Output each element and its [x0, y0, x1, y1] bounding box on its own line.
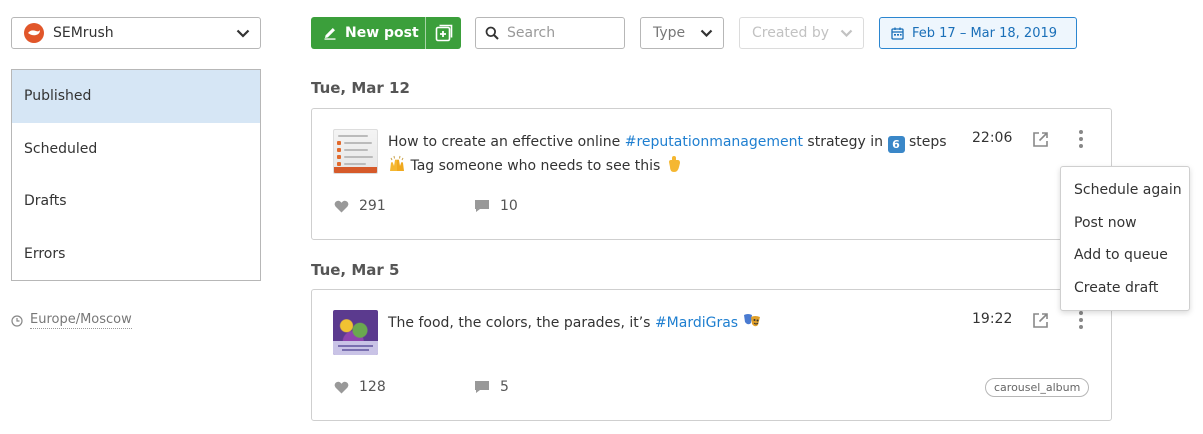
raising-hands-emoji-icon	[390, 155, 404, 171]
sidebar-item-label: Errors	[24, 245, 66, 262]
clock-icon	[11, 314, 23, 327]
post-text-part: steps	[904, 134, 947, 150]
post-time: 22:06	[972, 130, 1013, 146]
post-card: The food, the colors, the parades, it’s …	[311, 289, 1112, 421]
menu-item-schedule-again[interactable]: Schedule again	[1061, 174, 1189, 207]
comment-icon	[475, 200, 489, 212]
created-by-dropdown[interactable]: Created by	[739, 17, 864, 49]
sidebar-item-drafts[interactable]: Drafts	[12, 175, 260, 228]
calendar-icon	[891, 27, 904, 40]
likes-value: 291	[359, 198, 386, 214]
timezone-link[interactable]: Europe/Moscow	[11, 312, 132, 329]
post-context-menu: Schedule again Post now Add to queue Cre…	[1060, 166, 1190, 311]
chevron-down-icon	[236, 29, 250, 38]
likes-count: 128	[334, 379, 386, 395]
sidebar-item-label: Scheduled	[24, 140, 98, 157]
plus-square-icon	[435, 24, 452, 42]
external-link-icon[interactable]	[1032, 312, 1049, 329]
keycap-six-icon: 6	[887, 136, 905, 153]
post-text-part: How to create an effective online	[388, 134, 625, 150]
heart-icon	[334, 200, 349, 212]
post-text-part: The food, the colors, the parades, it’s	[388, 315, 655, 331]
account-select[interactable]: SEMrush	[11, 17, 261, 49]
post-time: 19:22	[972, 311, 1013, 327]
date-range-label: Feb 17 – Mar 18, 2019	[912, 25, 1058, 41]
new-post-button[interactable]: New post	[311, 17, 426, 49]
sidebar-item-label: Drafts	[24, 193, 67, 210]
hashtag-link[interactable]: #reputationmanagement	[625, 134, 803, 150]
post-text: How to create an effective online #reput…	[388, 130, 958, 178]
type-dropdown[interactable]: Type	[640, 17, 724, 49]
sidebar-item-scheduled[interactable]: Scheduled	[12, 123, 260, 176]
post-text-line2: Tag someone who needs to see this	[410, 158, 661, 174]
day-heading: Tue, Mar 12	[311, 79, 410, 97]
menu-item-create-draft[interactable]: Create draft	[1061, 272, 1189, 305]
type-dropdown-label: Type	[653, 25, 686, 41]
created-by-label: Created by	[752, 25, 830, 41]
day-heading: Tue, Mar 5	[311, 261, 400, 279]
new-post-label: New post	[345, 25, 419, 41]
heart-icon	[334, 381, 349, 393]
comment-icon	[475, 381, 489, 393]
comments-count: 10	[474, 198, 518, 214]
pointing-down-emoji-icon	[668, 156, 680, 172]
search-input[interactable]	[507, 25, 617, 41]
timezone-label: Europe/Moscow	[30, 312, 132, 329]
post-card: How to create an effective online #reput…	[311, 108, 1112, 240]
semrush-logo-icon	[24, 23, 44, 43]
post-type-badge: carousel_album	[985, 378, 1090, 397]
search-icon	[485, 26, 499, 40]
sidebar-item-errors[interactable]: Errors	[12, 228, 260, 281]
search-box	[475, 17, 625, 49]
likes-value: 128	[359, 379, 386, 395]
hashtag-link[interactable]: #MardiGras	[655, 315, 738, 331]
more-options-icon[interactable]	[1077, 310, 1085, 330]
chevron-down-icon	[840, 29, 853, 37]
post-text-part: strategy in	[802, 134, 888, 150]
comments-count: 5	[474, 379, 509, 395]
sidebar-item-label: Published	[24, 88, 92, 105]
menu-item-post-now[interactable]: Post now	[1061, 207, 1189, 240]
more-options-icon[interactable]	[1077, 129, 1085, 149]
menu-item-add-to-queue[interactable]: Add to queue	[1061, 239, 1189, 272]
post-text: The food, the colors, the parades, it’s …	[388, 311, 958, 335]
pencil-icon	[324, 28, 336, 40]
comments-value: 5	[500, 379, 509, 395]
date-range-picker[interactable]: Feb 17 – Mar 18, 2019	[879, 17, 1077, 49]
post-thumbnail[interactable]	[333, 129, 378, 174]
post-thumbnail[interactable]	[333, 310, 378, 355]
status-sidebar: Published Scheduled Drafts Errors	[11, 69, 261, 281]
likes-count: 291	[334, 198, 386, 214]
new-post-button-group: New post	[311, 17, 461, 49]
account-name: SEMrush	[53, 25, 114, 41]
external-link-icon[interactable]	[1032, 131, 1049, 148]
chevron-down-icon	[700, 29, 713, 37]
performing-arts-emoji-icon	[743, 314, 760, 327]
sidebar-item-published[interactable]: Published	[12, 70, 260, 123]
comments-value: 10	[500, 198, 518, 214]
add-post-button[interactable]	[426, 17, 461, 49]
